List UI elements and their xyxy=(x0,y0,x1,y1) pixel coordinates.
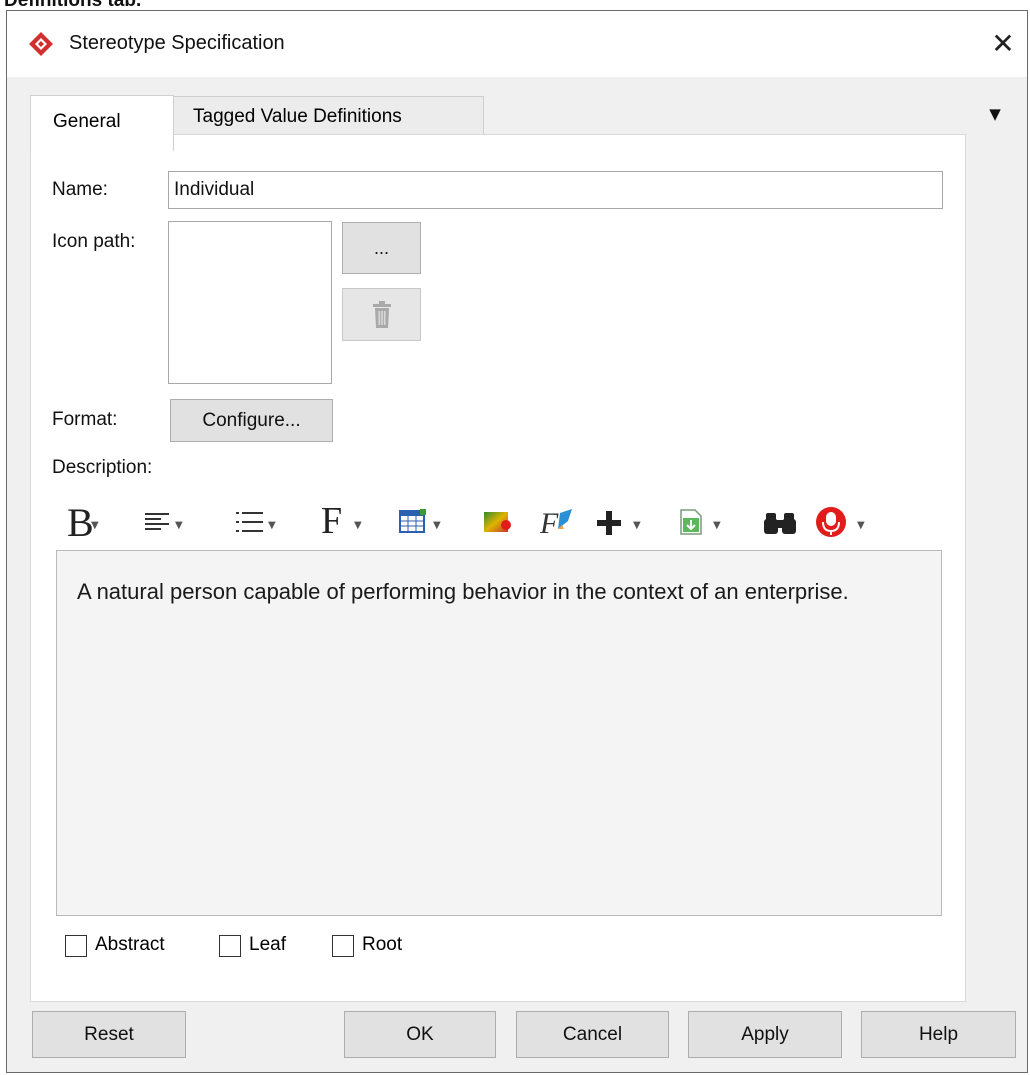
ok-button[interactable]: OK xyxy=(344,1011,496,1058)
chevron-down-icon: ▼ xyxy=(713,520,721,531)
configure-button[interactable]: Configure... xyxy=(170,399,333,442)
align-button[interactable]: ▼ xyxy=(145,501,185,541)
color-button[interactable] xyxy=(483,501,517,541)
find-button[interactable] xyxy=(763,501,799,541)
chevron-down-icon: ▼ xyxy=(268,520,276,531)
abstract-checkbox-box[interactable] xyxy=(65,935,87,957)
title-bar: Stereotype Specification ✕ xyxy=(7,11,1027,77)
font-icon: F xyxy=(321,500,343,542)
icon-path-label: Icon path: xyxy=(52,231,136,252)
leaf-checkbox-box[interactable] xyxy=(219,935,241,957)
chevron-down-icon: ▼ xyxy=(91,520,99,531)
insert-button[interactable]: ▼ xyxy=(595,501,651,541)
chevron-down-icon: ▼ xyxy=(633,520,641,531)
description-editor[interactable]: A natural person capable of performing b… xyxy=(56,550,942,916)
abstract-checkbox[interactable]: Abstract xyxy=(65,933,195,961)
chevron-down-icon: ▼ xyxy=(354,520,362,531)
bold-button[interactable]: B ▼ xyxy=(67,500,101,545)
apply-button[interactable]: Apply xyxy=(688,1011,842,1058)
name-label: Name: xyxy=(52,179,108,200)
root-checkbox-label: Root xyxy=(362,934,403,955)
browse-icon-button[interactable]: ... xyxy=(342,222,421,274)
description-label: Description: xyxy=(52,457,153,478)
root-checkbox[interactable]: Root xyxy=(332,933,422,961)
export-icon xyxy=(680,509,702,535)
cancel-button[interactable]: Cancel xyxy=(516,1011,669,1058)
root-checkbox-box[interactable] xyxy=(332,935,354,957)
stereotype-specification-dialog: Stereotype Specification ✕ General Tagge… xyxy=(6,10,1028,1073)
tab-tagged-value-definitions-label: Tagged Value Definitions xyxy=(193,106,402,127)
bold-icon: B xyxy=(67,500,94,545)
voice-input-button[interactable]: ▼ xyxy=(815,501,871,541)
leaf-checkbox-label: Leaf xyxy=(249,934,286,955)
microphone-icon xyxy=(816,507,846,537)
chevron-down-icon: ▼ xyxy=(857,520,865,531)
background-caption: Definitions tab. xyxy=(0,0,1030,10)
chevron-down-icon: ▼ xyxy=(175,520,183,531)
leaf-checkbox[interactable]: Leaf xyxy=(219,933,309,961)
background-caption-text: Definitions tab. xyxy=(4,0,141,10)
trash-icon xyxy=(373,301,391,328)
visual-paradigm-logo-icon xyxy=(29,32,53,56)
table-button[interactable]: ▼ xyxy=(399,501,445,541)
window-title: Stereotype Specification xyxy=(69,32,285,54)
align-left-icon xyxy=(145,513,169,530)
export-button[interactable]: ▼ xyxy=(679,501,725,541)
delete-icon-button[interactable] xyxy=(342,288,421,341)
description-toolbar: B ▼ ▼ ▼ F ▼ ▼ F ▼ ▼ ▼ xyxy=(67,500,907,545)
format-brush-icon: F xyxy=(540,507,572,537)
tab-tagged-value-definitions[interactable]: Tagged Value Definitions xyxy=(173,96,484,135)
insert-icon xyxy=(597,511,621,535)
description-text: A natural person capable of performing b… xyxy=(77,579,849,604)
color-icon xyxy=(484,512,511,532)
name-input[interactable] xyxy=(168,171,943,209)
format-label: Format: xyxy=(52,409,118,430)
table-icon xyxy=(399,509,426,533)
icon-path-preview xyxy=(168,221,332,384)
format-painter-button[interactable]: F xyxy=(540,501,580,541)
tab-menu-chevron-down-icon[interactable]: ▼ xyxy=(985,105,1005,123)
close-button[interactable]: ✕ xyxy=(985,27,1021,61)
help-button[interactable]: Help xyxy=(861,1011,1016,1058)
svg-text:F: F xyxy=(540,507,559,537)
binoculars-icon xyxy=(764,513,796,534)
tab-general-label: General xyxy=(53,111,121,132)
reset-button[interactable]: Reset xyxy=(32,1011,186,1058)
list-icon xyxy=(236,512,263,532)
chevron-down-icon: ▼ xyxy=(433,520,441,531)
list-button[interactable]: ▼ xyxy=(236,501,276,541)
abstract-checkbox-label: Abstract xyxy=(95,934,165,955)
tab-general[interactable]: General xyxy=(30,95,174,151)
font-button[interactable]: F ▼ xyxy=(321,500,362,542)
